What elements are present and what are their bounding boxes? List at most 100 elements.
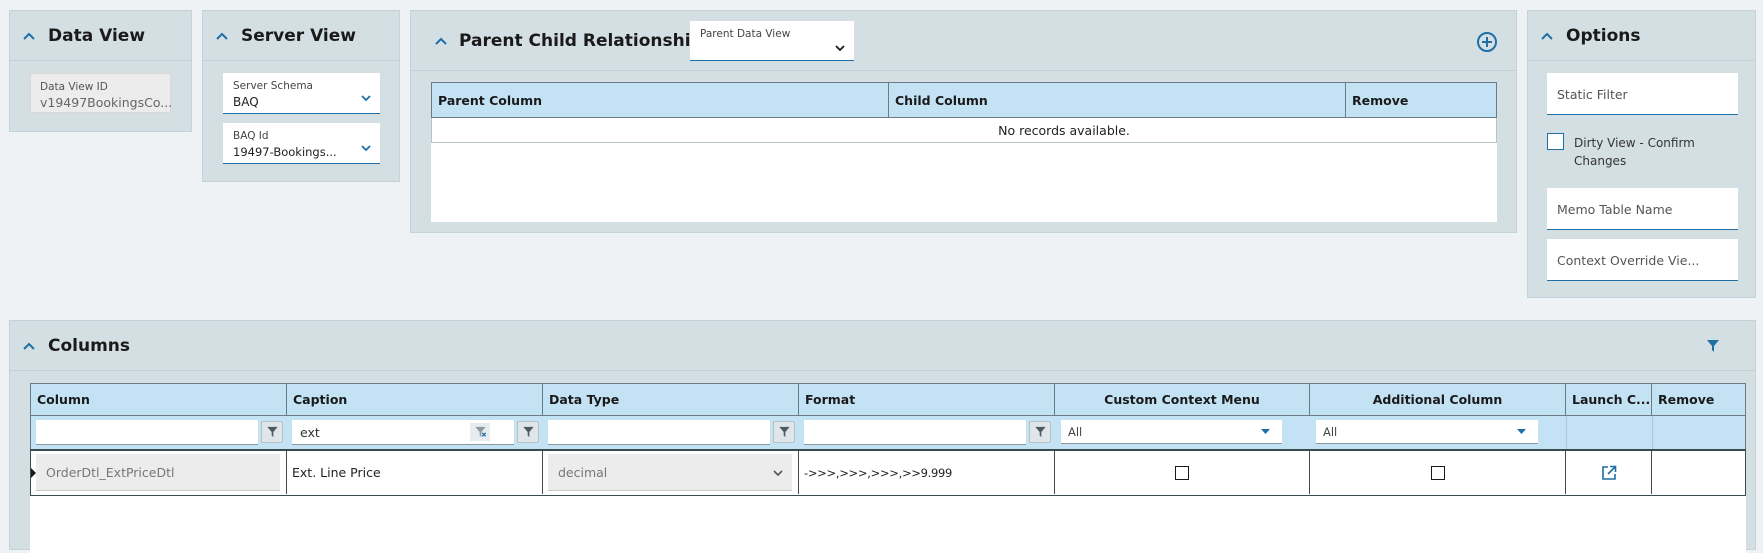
format-filter-button[interactable] xyxy=(1029,421,1051,443)
remove-header[interactable]: Remove xyxy=(1652,384,1745,415)
launch-context-button[interactable] xyxy=(1601,465,1617,481)
chevron-down-icon xyxy=(361,145,371,152)
additional-column-checkbox[interactable] xyxy=(1430,465,1445,480)
custom-context-menu-filter-select[interactable]: All xyxy=(1061,420,1282,444)
additional-column-filter-value: All xyxy=(1323,425,1338,439)
relationships-grid: Parent Column Child Column Remove No rec… xyxy=(431,82,1497,222)
context-override-input[interactable]: Context Override Vie... xyxy=(1547,239,1738,281)
data-view-panel: Data View Data View ID v19497BookingsCo.… xyxy=(9,10,192,132)
row-launch-cell xyxy=(1566,451,1652,494)
chevron-down-icon xyxy=(773,470,783,477)
custom-context-menu-checkbox[interactable] xyxy=(1175,465,1189,480)
table-row[interactable]: OrderDtl_ExtPriceDtl Ext. Line Price dec… xyxy=(30,449,1746,496)
memo-table-placeholder: Memo Table Name xyxy=(1557,202,1673,217)
data-type-filter-button[interactable] xyxy=(773,421,795,443)
row-column-value: OrderDtl_ExtPriceDtl xyxy=(46,465,175,480)
columns-grid-header: Column Caption Data Type Format Custom C… xyxy=(30,383,1746,416)
row-data-type-select[interactable]: decimal xyxy=(548,454,792,491)
columns-filter-button[interactable] xyxy=(1707,338,1719,357)
memo-table-input[interactable]: Memo Table Name xyxy=(1547,188,1738,230)
filter-icon xyxy=(266,426,278,438)
parent-column-header[interactable]: Parent Column xyxy=(432,83,889,117)
format-filter-input[interactable] xyxy=(804,420,1026,445)
server-schema-value: BAQ xyxy=(233,95,259,109)
chevron-down-icon xyxy=(1261,429,1270,434)
additional-column-header[interactable]: Additional Column xyxy=(1310,384,1566,415)
server-schema-select[interactable]: Server Schema BAQ xyxy=(223,73,380,114)
row-column-field: OrderDtl_ExtPriceDtl xyxy=(36,454,280,491)
filter-icon xyxy=(1707,340,1719,352)
chevron-down-icon xyxy=(835,45,845,52)
dirty-view-box[interactable] xyxy=(1547,133,1564,150)
parent-data-view-select[interactable]: Parent Data View xyxy=(690,21,854,61)
data-view-id-field: Data View ID v19497BookingsCo... xyxy=(30,73,173,113)
data-type-header[interactable]: Data Type xyxy=(543,384,799,415)
dirty-view-checkbox[interactable]: Dirty View - Confirm Changes xyxy=(1547,133,1738,173)
caption-filter-button[interactable] xyxy=(517,421,539,443)
server-view-header: Server View xyxy=(203,11,399,61)
row-caption-value: Ext. Line Price xyxy=(292,465,381,480)
empty-message: No records available. xyxy=(998,122,1130,138)
dirty-view-label: Dirty View - Confirm Changes xyxy=(1574,136,1695,168)
launch-icon xyxy=(1601,465,1616,480)
baq-id-label: BAQ Id xyxy=(233,130,269,142)
row-data-type-cell: decimal xyxy=(543,451,799,494)
row-data-type-value: decimal xyxy=(558,465,608,480)
columns-header: Columns xyxy=(10,321,1755,371)
relationships-grid-header: Parent Column Child Column Remove xyxy=(431,82,1497,118)
server-schema-label: Server Schema xyxy=(233,80,313,92)
row-format-cell[interactable]: ->>>,>>>,>>>,>>9.999 xyxy=(799,451,1055,494)
chevron-down-icon xyxy=(361,95,371,102)
column-filter-button[interactable] xyxy=(261,421,283,443)
collapse-data-view-button[interactable] xyxy=(10,32,48,40)
format-header[interactable]: Format xyxy=(799,384,1055,415)
caption-filter-input[interactable]: ext xyxy=(292,420,514,445)
row-custom-context-menu-cell xyxy=(1055,451,1310,494)
chevron-up-icon xyxy=(435,37,447,45)
caption-header[interactable]: Caption xyxy=(287,384,543,415)
remove-header[interactable]: Remove xyxy=(1346,83,1496,117)
collapse-server-view-button[interactable] xyxy=(203,32,241,40)
row-remove-cell[interactable] xyxy=(1652,451,1745,494)
chevron-down-icon xyxy=(1517,429,1526,434)
filter-icon xyxy=(522,426,534,438)
child-column-header[interactable]: Child Column xyxy=(889,83,1346,117)
filter-icon xyxy=(1034,426,1046,438)
empty-message-row: No records available. xyxy=(431,118,1497,143)
parent-data-view-label: Parent Data View xyxy=(700,28,791,40)
custom-context-menu-header[interactable]: Custom Context Menu xyxy=(1055,384,1310,415)
options-title: Options xyxy=(1566,25,1641,46)
data-view-title: Data View xyxy=(48,25,146,46)
column-header[interactable]: Column xyxy=(31,384,287,415)
add-relationship-button[interactable] xyxy=(1476,31,1498,57)
row-caption-cell[interactable]: Ext. Line Price xyxy=(287,451,543,494)
row-format-value: ->>>,>>>,>>>,>>9.999 xyxy=(804,466,953,480)
filter-icon xyxy=(778,426,790,438)
additional-column-filter-select[interactable]: All xyxy=(1316,420,1538,444)
columns-title: Columns xyxy=(48,335,131,356)
chevron-up-icon xyxy=(1541,32,1553,40)
filter-row: ext All All xyxy=(30,416,1746,449)
column-filter-input[interactable] xyxy=(36,420,258,445)
collapse-options-button[interactable] xyxy=(1528,32,1566,40)
relationships-panel: Parent Child Relationships Parent Data V… xyxy=(410,10,1517,233)
baq-id-select[interactable]: BAQ Id 19497-Bookings... xyxy=(223,123,380,164)
add-circle-icon xyxy=(1477,32,1497,52)
columns-grid: Column Caption Data Type Format Custom C… xyxy=(30,383,1746,553)
server-view-title: Server View xyxy=(241,25,356,46)
columns-panel: Columns Column Caption Data Type Format … xyxy=(9,320,1756,553)
launch-header[interactable]: Launch C... xyxy=(1566,384,1652,415)
custom-context-menu-filter-value: All xyxy=(1068,425,1083,439)
remove-filter-divider xyxy=(1652,416,1653,449)
data-type-filter-input[interactable] xyxy=(548,420,770,445)
collapse-columns-button[interactable] xyxy=(10,342,48,350)
data-view-id-value: v19497BookingsCo... xyxy=(40,95,173,110)
baq-id-value: 19497-Bookings... xyxy=(233,145,337,159)
relationships-header: Parent Child Relationships xyxy=(411,11,1516,71)
clear-caption-filter-button[interactable] xyxy=(470,423,490,441)
caption-filter-value: ext xyxy=(300,425,320,440)
relationships-title: Parent Child Relationships xyxy=(459,30,713,51)
row-additional-column-cell xyxy=(1310,451,1566,494)
static-filter-input[interactable]: Static Filter xyxy=(1547,73,1738,115)
launch-filter-divider xyxy=(1566,416,1567,449)
